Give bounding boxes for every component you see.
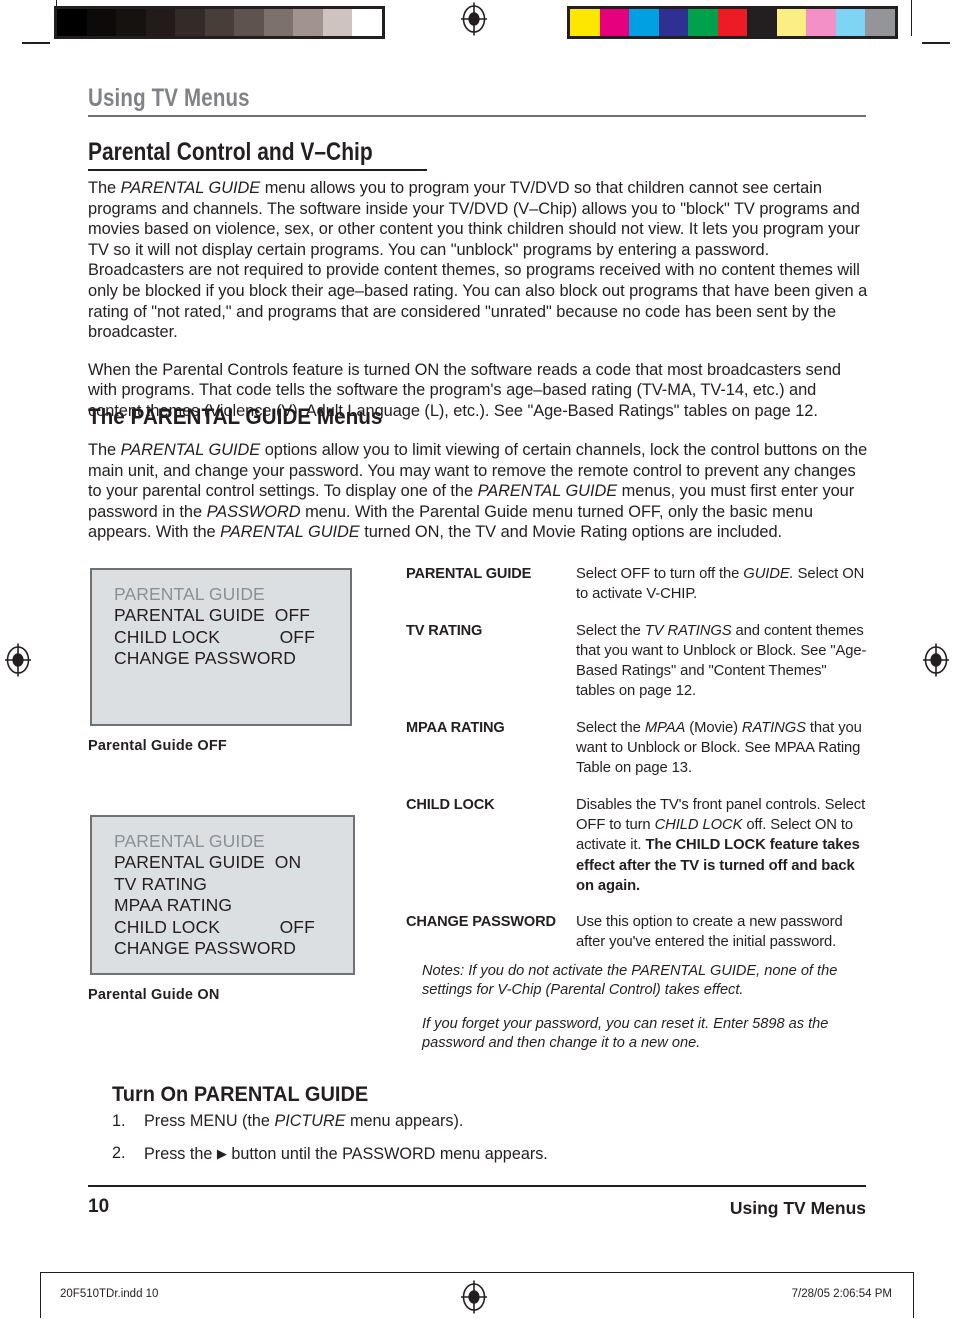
slug-bar-right-edge (913, 1272, 914, 1318)
step-number: 1. (112, 1112, 126, 1130)
subsection-body: The PARENTAL GUIDE options allow you to … (88, 440, 868, 560)
intro-body: The PARENTAL GUIDE menu allows you to pr… (88, 178, 868, 439)
procedure-steps: 1. Press MENU (the PICTURE menu appears).… (112, 1112, 852, 1177)
definition-description: Select OFF to turn off the GUIDE. Select… (576, 566, 865, 603)
tv-menu-item: TV RATING (114, 873, 207, 894)
step-text: Press the ▶ button until the PASSWORD me… (144, 1145, 548, 1163)
definition-row: TV RATING Select the TV RATINGS and conte… (406, 621, 868, 702)
subsection-title-text: The PARENTAL GUIDE Menus (88, 404, 383, 429)
tv-menu-item: PARENTAL GUIDE ON (114, 852, 302, 873)
footer-rule (88, 1185, 866, 1187)
tv-menu-item: MPAA RATING (114, 895, 233, 916)
definition-term: CHILD LOCK (406, 796, 495, 813)
page-number: 10 (88, 1196, 110, 1217)
definition-term: MPAA RATING (406, 719, 505, 736)
definition-row: MPAA RATING Select the MPAA (Movie) RATIN… (406, 718, 868, 779)
menu-option-definition-list: PARENTAL GUIDE Select OFF to turn off the… (406, 564, 868, 969)
tv-menu-caption: Parental Guide ON (88, 987, 220, 1003)
page-title: Parental Control and V–Chip (88, 138, 427, 171)
registration-mark-bottom (460, 1280, 488, 1314)
slug-filename: 20F510TDr.indd 10 (60, 1288, 159, 1300)
tv-menu-caption: Parental Guide OFF (88, 738, 227, 754)
definition-row: CHILD LOCK Disables the TV's front panel … (406, 795, 868, 896)
body-paragraph: The PARENTAL GUIDE options allow you to … (88, 441, 868, 542)
running-head: Using TV Menus (88, 84, 866, 117)
definition-term: CHANGE PASSWORD (406, 914, 556, 931)
definition-description: Use this option to create a new password… (576, 914, 843, 951)
tv-menu-screenshot-parental-guide-on: PARENTAL GUIDE PARENTAL GUIDE ON TV RATI… (90, 815, 355, 975)
running-head-label: Using TV Menus (88, 84, 250, 112)
tv-menu-item: CHANGE PASSWORD (114, 938, 297, 959)
tv-menu-item: CHILD LOCK OFF (114, 916, 315, 937)
footer-section-label: Using TV Menus (729, 1198, 866, 1218)
definition-row: PARENTAL GUIDE Select OFF to turn off the… (406, 564, 868, 605)
tv-menu-item: CHILD LOCK OFF (114, 626, 315, 647)
procedure-title-text: Turn On PARENTAL GUIDE (112, 1082, 369, 1106)
procedure-step: 1. Press MENU (the PICTURE menu appears). (112, 1112, 852, 1131)
tv-menu-screenshot-parental-guide-off: PARENTAL GUIDE PARENTAL GUIDE OFF CHILD … (90, 568, 352, 726)
tv-menu-item: CHANGE PASSWORD (114, 648, 297, 669)
manual-page: Using TV Menus Parental Control and V–Ch… (0, 0, 954, 1318)
definition-description: Select the MPAA (Movie) RATINGS that you… (576, 719, 862, 777)
procedure-step: 2. Press the ▶ button until the PASSWORD … (112, 1144, 852, 1164)
step-text: Press MENU (the PICTURE menu appears). (144, 1112, 464, 1130)
tv-menu-header: PARENTAL GUIDE (114, 831, 265, 851)
right-arrow-icon: ▶ (216, 1146, 227, 1161)
body-paragraph: The PARENTAL GUIDE menu allows you to pr… (88, 179, 868, 342)
definition-term: PARENTAL GUIDE (406, 566, 532, 582)
page-title-text: Parental Control and V–Chip (88, 138, 373, 166)
definition-description: Disables the TV's front panel controls. … (576, 796, 866, 894)
notes-block: Notes: If you do not activate the PARENT… (422, 962, 842, 1068)
step-number: 2. (112, 1144, 126, 1162)
subsection-title: The PARENTAL GUIDE Menus (88, 404, 408, 430)
definition-description: Select the TV RATINGS and content themes… (576, 622, 867, 700)
running-head-rule (88, 115, 866, 117)
definition-term: TV RATING (406, 622, 483, 639)
tv-menu-header: PARENTAL GUIDE (114, 584, 265, 604)
note-paragraph: Notes: If you do not activate the PARENT… (422, 963, 838, 998)
definition-row: CHANGE PASSWORD Use this option to create… (406, 912, 868, 953)
note-paragraph: If you forget your password, you can res… (422, 1016, 829, 1051)
slug-bar-left-edge (40, 1272, 41, 1318)
slug-bar-rule (40, 1272, 914, 1273)
slug-timestamp: 7/28/05 2:06:54 PM (791, 1288, 892, 1300)
procedure-title: Turn On PARENTAL GUIDE (112, 1082, 388, 1107)
tv-menu-item: PARENTAL GUIDE OFF (114, 605, 311, 626)
